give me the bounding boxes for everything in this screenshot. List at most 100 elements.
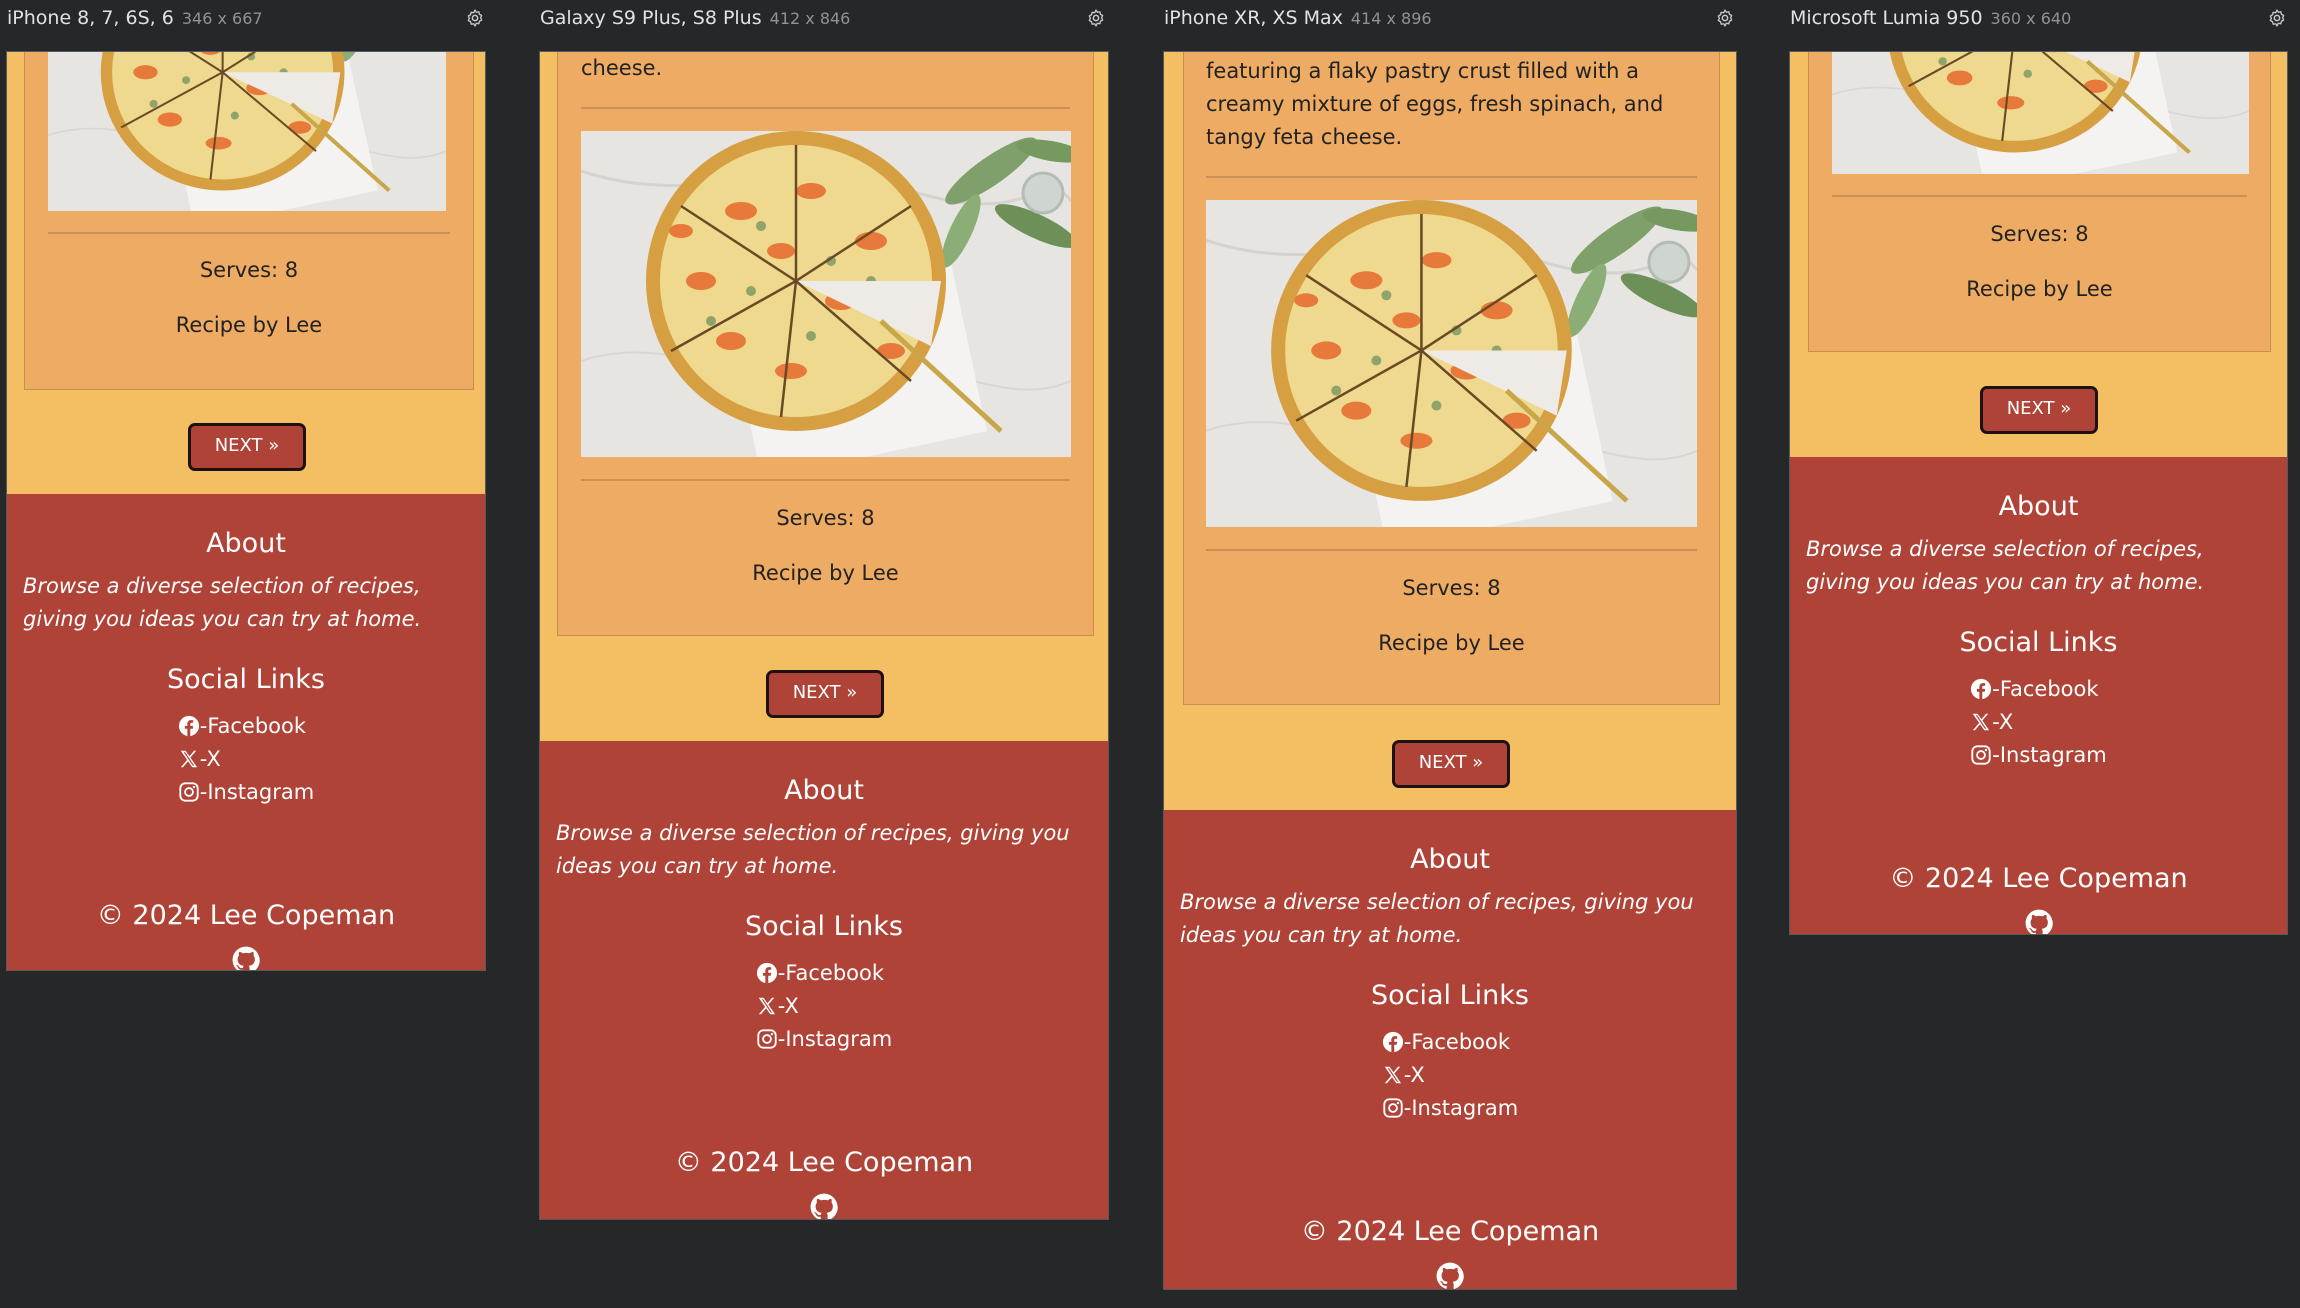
device-viewport[interactable]: Serves: 8 Recipe by Lee NEXT » About Bro… [6, 51, 486, 971]
social-link-x[interactable]: -X [178, 743, 314, 776]
social-link-x[interactable]: -X [1382, 1059, 1518, 1092]
divider [1206, 549, 1697, 551]
instagram-link[interactable]: -Instagram [1992, 743, 2106, 767]
social-heading: Social Links [167, 664, 325, 695]
instagram-icon [1970, 744, 1992, 766]
copyright: © 2024 Lee Copeman [1889, 863, 2188, 894]
facebook-icon [1382, 1031, 1404, 1053]
about-text: Browse a diverse selection of recipes, g… [556, 821, 1070, 878]
device-toolbar: Microsoft Lumia 950 360 x 640 [1790, 0, 2289, 36]
serves-text: Serves: 8 [1402, 576, 1501, 600]
instagram-link[interactable]: -Instagram [1404, 1096, 1518, 1120]
recipe-card: cheese. Serves: 8 Recipe by Lee [557, 52, 1094, 636]
about-text: Browse a diverse selection of recipes, g… [23, 574, 422, 631]
serves-text: Serves: 8 [776, 506, 875, 530]
facebook-icon [756, 962, 778, 984]
device-name: iPhone XR, XS Max [1164, 7, 1343, 29]
social-heading: Social Links [1959, 627, 2118, 658]
social-links: -Facebook -X -Instagram [7, 710, 485, 809]
device-viewport[interactable]: cheese. Serves: 8 Recipe by Lee NEXT » A… [539, 51, 1109, 1220]
gear-icon[interactable] [465, 8, 485, 28]
social-links: -Facebook -X -Instagram [540, 957, 1108, 1056]
social-link-instagram[interactable]: -Instagram [1970, 739, 2107, 772]
device-toolbar: iPhone 8, 7, 6S, 6 346 x 667 [7, 0, 487, 36]
about-heading: About [1410, 844, 1490, 875]
github-icon[interactable] [232, 946, 260, 971]
x-link[interactable]: -X [1404, 1063, 1425, 1087]
x-icon [756, 995, 778, 1017]
about-text: Browse a diverse selection of recipes, g… [1180, 890, 1694, 947]
github-icon[interactable] [1436, 1262, 1464, 1290]
instagram-link[interactable]: -Instagram [778, 1027, 892, 1051]
recipe-card: Serves: 8 Recipe by Lee [24, 52, 474, 390]
social-link-facebook[interactable]: -Facebook [1382, 1026, 1518, 1059]
social-link-x[interactable]: -X [756, 990, 892, 1023]
social-links: -Facebook -X -Instagram [1790, 673, 2287, 772]
facebook-link[interactable]: -Facebook [778, 961, 884, 985]
social-link-instagram[interactable]: -Instagram [756, 1023, 892, 1056]
instagram-icon [756, 1028, 778, 1050]
quiche-image [581, 131, 1071, 457]
quiche-image [1832, 51, 2249, 174]
social-link-facebook[interactable]: -Facebook [756, 957, 892, 990]
facebook-link[interactable]: -Facebook [1404, 1030, 1510, 1054]
social-heading: Social Links [1371, 980, 1529, 1011]
recipe-author: Recipe by Lee [1966, 277, 2113, 301]
social-link-instagram[interactable]: -Instagram [1382, 1092, 1518, 1125]
recipe-author: Recipe by Lee [1378, 631, 1525, 655]
next-button[interactable]: NEXT » [1980, 386, 2098, 434]
recipe-author: Recipe by Lee [752, 561, 899, 585]
next-button[interactable]: NEXT » [766, 670, 884, 718]
next-button[interactable]: NEXT » [1392, 740, 1510, 788]
about-text: Browse a diverse selection of recipes, g… [1806, 537, 2205, 594]
device-toolbar: Galaxy S9 Plus, S8 Plus 412 x 846 [540, 0, 1108, 36]
device-size: 360 x 640 [1990, 9, 2072, 28]
facebook-icon [178, 715, 200, 737]
facebook-link[interactable]: -Facebook [1992, 677, 2098, 701]
recipe-card: featuring a flaky pastry crust filled wi… [1183, 52, 1720, 705]
divider [1832, 195, 2247, 197]
device-toolbar: iPhone XR, XS Max 414 x 896 [1164, 0, 1737, 36]
site-footer: About Browse a diverse selection of reci… [1790, 457, 2287, 935]
social-link-facebook[interactable]: -Facebook [178, 710, 314, 743]
about-heading: About [206, 528, 286, 559]
recipe-author: Recipe by Lee [175, 313, 323, 337]
recipe-card: Serves: 8 Recipe by Lee [1808, 52, 2271, 352]
gear-icon[interactable] [1715, 8, 1735, 28]
site-footer: About Browse a diverse selection of reci… [7, 494, 485, 971]
divider [48, 232, 450, 234]
device-name: Microsoft Lumia 950 [1790, 7, 1983, 29]
instagram-link[interactable]: -Instagram [200, 780, 314, 804]
github-icon[interactable] [810, 1193, 838, 1220]
facebook-link[interactable]: -Facebook [200, 714, 306, 738]
recipe-description: cheese. [581, 56, 663, 80]
x-link[interactable]: -X [778, 994, 799, 1018]
device-size: 346 x 667 [181, 9, 263, 28]
x-icon [1382, 1064, 1404, 1086]
about-heading: About [784, 775, 864, 806]
instagram-icon [178, 781, 200, 803]
divider [1206, 176, 1697, 178]
x-link[interactable]: -X [200, 747, 221, 771]
recipe-description: featuring a flaky pastry crust filled wi… [1206, 59, 1664, 149]
device-name: Galaxy S9 Plus, S8 Plus [540, 7, 762, 29]
quiche-image [1206, 200, 1697, 527]
x-link[interactable]: -X [1992, 710, 2013, 734]
social-heading: Social Links [745, 911, 903, 942]
github-icon[interactable] [2025, 909, 2053, 935]
next-button[interactable]: NEXT » [188, 423, 306, 471]
divider [581, 479, 1070, 481]
social-link-x[interactable]: -X [1970, 706, 2106, 739]
device-viewport[interactable]: Serves: 8 Recipe by Lee NEXT » About Bro… [1789, 51, 2288, 935]
facebook-icon [1970, 678, 1992, 700]
social-link-facebook[interactable]: -Facebook [1970, 673, 2106, 706]
device-name: iPhone 8, 7, 6S, 6 [7, 7, 174, 29]
social-link-instagram[interactable]: -Instagram [178, 776, 314, 809]
about-heading: About [1998, 491, 2079, 522]
device-viewport[interactable]: featuring a flaky pastry crust filled wi… [1163, 51, 1737, 1290]
serves-text: Serves: 8 [1990, 222, 2089, 246]
gear-icon[interactable] [2267, 8, 2287, 28]
gear-icon[interactable] [1086, 8, 1106, 28]
site-footer: About Browse a diverse selection of reci… [1164, 810, 1736, 1290]
site-footer: About Browse a diverse selection of reci… [540, 741, 1108, 1220]
